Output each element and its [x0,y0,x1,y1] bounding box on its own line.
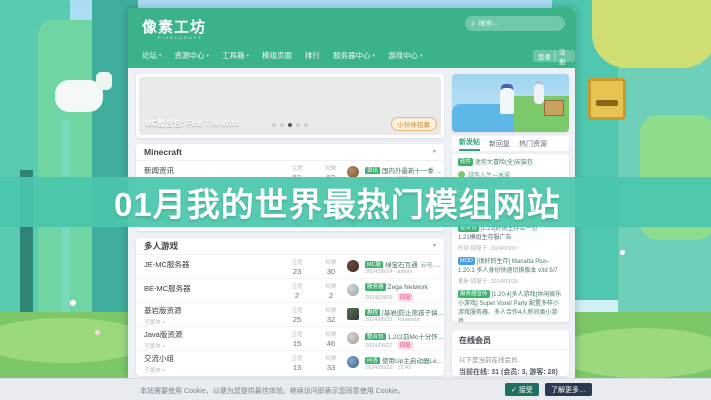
nav-item-ranking[interactable]: 排行 [305,50,320,61]
nav-item-games[interactable]: 游戏中心▾ [388,50,423,61]
forum-row-be-server[interactable]: BE-MC服务器 主题2 帖数2 服务器Zega Network 2024/03… [136,279,444,303]
post-time: 2024/06/22 · Ravenda [365,317,445,323]
col-posts-label: 帖数 [318,164,344,172]
col-topics-label: 主题 [284,164,310,172]
carousel-dot[interactable] [304,123,308,127]
cookie-accept-button[interactable]: ✓ 接受 [505,383,539,396]
search-input[interactable] [478,20,559,27]
nav-item-mods[interactable]: 模组页面 [262,50,292,61]
avatar[interactable] [347,260,359,272]
bg-bee-box-slot [596,100,618,106]
online-members-desc: 以下是当前在线会员. [452,350,569,364]
post-badge: MC服 [365,261,383,268]
panel-minecraft-title: Minecraft [136,144,444,161]
list-item[interactable]: MOD[很好的生存] Manatta Plus-1.20.1 多人身份快速切换版… [458,257,563,285]
panel-multiplayer: 多人游戏 ▾ JE-MC服务器 主题23 帖数30 MC服绿宝石互通云电·冒险·… [136,238,444,376]
forum-row-je-server[interactable]: JE-MC服务器 主题23 帖数30 MC服绿宝石互通云电·冒险·经济·粘液… … [136,255,444,279]
nav-item-toolbox[interactable]: 工具箱▾ [222,50,249,61]
sidebar-banner-character-1 [500,88,514,114]
subforum-link[interactable]: 子版块 + [144,366,174,374]
bg-goat-head [96,72,112,90]
nav-item-forum[interactable]: 论坛▾ [142,50,162,61]
bg-bee-box [588,78,626,120]
chevron-down-icon: ▾ [159,53,162,59]
carousel-dot[interactable] [280,123,284,127]
chevron-down-icon: ▾ [207,53,210,59]
search-icon: ⌕ [471,20,475,28]
avatar[interactable] [347,332,359,344]
screen: 像素工坊 PIXELCRAFT 论坛▾ 资源中心▾ 工具箱▾ 模组页面 排行 服… [0,0,711,400]
subforum-link[interactable]: 子版块 + [144,342,182,350]
sidebar-tabs: 新发帖 新回复 热门资源 [452,136,569,151]
post-title[interactable]: Zega Network [388,284,428,291]
collapse-chevron-icon[interactable]: ▾ [433,238,436,255]
tab-new-replies[interactable]: 新回复 [489,139,510,151]
post-time: 2024/03/03 · [365,295,396,301]
post-time: 2024/06/24 · admin [365,269,445,275]
panel-multiplayer-title: 多人游戏 [136,238,444,255]
banner-title: 01月我的世界最热门模组网站 [114,178,561,226]
title-banner-overlay: 01月我的世界最热门模组网站 [0,177,711,227]
bg-bush-yellow [592,0,711,68]
post-meta: 时间·回复于: 2024/03/07 [458,244,563,252]
cookie-bar: 本站需要使用 Cookie，以便为您提供最佳体验。继续访问即表示您同意使用 Co… [0,378,711,400]
forum-row-group[interactable]: 交流小组子版块 + 主题13 帖数33 问答使用Up主启动器LevLure时如何… [136,351,444,375]
cookie-learn-more-button[interactable]: 了解更多… [545,383,592,396]
post-title[interactable]: 使用Up主启动器LevLure时如何使用旧启动器 [382,358,445,364]
tab-new-posts[interactable]: 新发帖 [459,137,480,151]
carousel-dot[interactable] [272,123,276,127]
post-title[interactable]: [基岩]防止熊孩子搞破坏指南 [382,310,445,316]
cookie-notice-text: 本站需要使用 Cookie，以便为您提供最佳体验。继续访问即表示您同意使用 Co… [140,386,404,396]
list-item[interactable]: 服务器宣传[1.20.4]多人游戏[休闲娱乐小游戏] Super Voxel P… [458,290,563,322]
post-badge: 资讯 [365,167,380,174]
reply-badge: 回复 [398,341,413,349]
bg-flower-3 [620,250,625,255]
carousel-dot[interactable] [296,123,300,127]
chevron-down-icon: ▾ [247,53,250,59]
post-extra: 云电·冒险·经济·粘液… [421,263,445,268]
forum-row-bedrock-res[interactable]: 基岩版资源子版块 + 主题25 帖数32 教程[基岩]防止熊孩子搞破坏指南 20… [136,303,444,327]
sidebar-banner-card[interactable] [452,74,569,132]
post-meta: 更新·回复于: 2024/03/15 [458,277,563,285]
site-logo[interactable]: 像素工坊 [142,16,206,37]
site-logo-subtitle: PIXELCRAFT [158,35,203,40]
avatar[interactable] [347,284,359,296]
sidebar-banner-character-2 [534,84,544,104]
post-title[interactable]: 国内外最新十一季 MC资讯汇总一览 [382,168,445,174]
post-badge: MOD [458,257,475,265]
tab-hot-resources[interactable]: 热门资源 [519,139,547,151]
online-members-title: 在线会员 [452,330,569,350]
site-header: 像素工坊 PIXELCRAFT 论坛▾ 资源中心▾ 工具箱▾ 模组页面 排行 服… [128,8,575,68]
nav-item-servers[interactable]: 服务器中心▾ [333,50,375,61]
main-nav: 论坛▾ 资源中心▾ 工具箱▾ 模组页面 排行 服务器中心▾ 游戏中心▾ [142,50,423,61]
bg-flower-2 [95,330,100,335]
forum-name[interactable]: 新闻资讯 [144,165,174,176]
reply-badge: 回复 [398,293,413,301]
post-title[interactable]: 绿宝石互通 [385,262,418,268]
chevron-down-icon: ▾ [373,53,376,59]
chevron-down-icon: ▾ [420,53,423,59]
register-button[interactable]: 注册 [554,50,575,62]
collapse-chevron-icon[interactable]: ▾ [433,144,436,161]
post-badge: 服务器宣传 [458,290,490,298]
sidebar-banner-house [544,100,564,116]
post-time: 2024/06/27 · [365,343,396,349]
post-time: 2024/06/21 · 15:42 [365,365,445,371]
carousel-action-button[interactable]: 小伙伴招募 [391,117,438,131]
avatar[interactable] [347,308,359,320]
nav-item-resources[interactable]: 资源中心▾ [175,50,210,61]
carousel-dot-active[interactable] [288,123,292,127]
post-title[interactable]: 1.2以前Mc十分怀旧合集 [388,334,445,340]
online-members-card: 在线会员 以下是当前在线会员. 当前在线: 31 (会员: 3, 游客: 28) [452,330,569,376]
avatar[interactable] [347,356,359,368]
bg-flower-1 [70,300,76,306]
subforum-link[interactable]: 子版块 + [144,318,182,326]
search-box: ⌕ [465,16,565,31]
post-badge: 软件 [458,158,473,166]
list-item[interactable]: 整合包[1.21]好玩生存合一包 1.21模组生存服广告 时间·回复于: 202… [458,224,563,252]
login-button[interactable]: 登录 [533,50,556,62]
forum-row-java-res[interactable]: Java版资源子版块 + 主题15 帖数46 整合包1.2以前Mc十分怀旧合集 … [136,327,444,351]
carousel-card: MC整合包: Fear The Wild 小伙伴招募 [136,74,444,138]
